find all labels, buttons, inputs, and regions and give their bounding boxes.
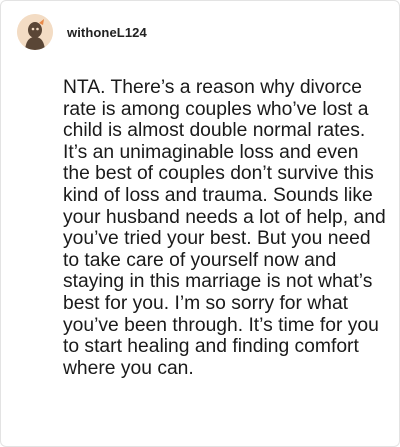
comment-body: NTA. There’s a reason why divorce rate i… <box>63 77 386 379</box>
comment-card: withoneL124 NTA. There’s a reason why di… <box>0 0 400 447</box>
avatar-figure <box>17 14 53 50</box>
comment-header: withoneL124 <box>17 14 147 50</box>
user-avatar-icon[interactable] <box>17 14 53 50</box>
comment-username[interactable]: withoneL124 <box>67 25 147 40</box>
